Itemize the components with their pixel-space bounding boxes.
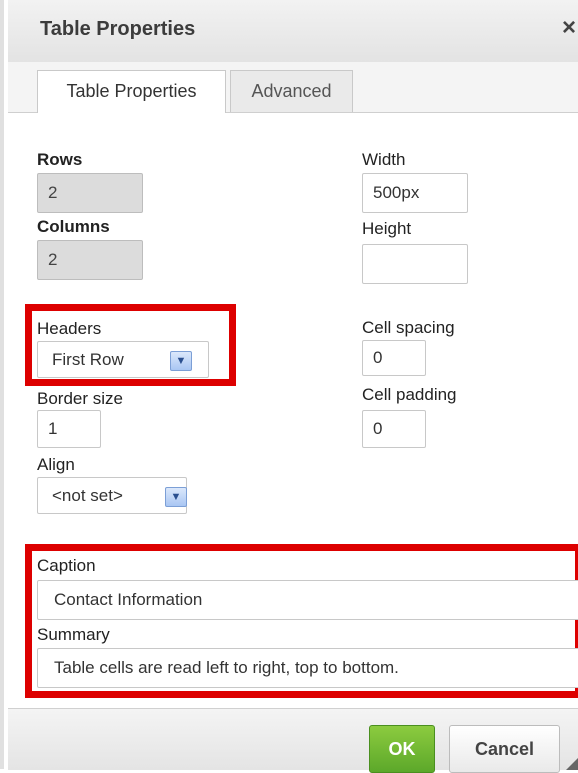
cancel-button[interactable]: Cancel (449, 725, 560, 773)
cell-padding-label: Cell padding (362, 385, 457, 404)
height-label: Height (362, 219, 412, 238)
width-label: Width (362, 150, 406, 169)
caption-input[interactable]: Contact Information (37, 580, 578, 620)
headers-value: First Row (52, 349, 124, 369)
tab-advanced[interactable]: Advanced (230, 70, 353, 112)
cell-spacing-label: Cell spacing (362, 318, 455, 337)
align-select[interactable]: <not set> ▼ (37, 477, 187, 514)
border-size-value: 1 (48, 419, 58, 438)
headers-label: Headers (37, 319, 102, 338)
chevron-down-icon: ▼ (170, 351, 192, 371)
cell-spacing-value: 0 (373, 348, 383, 367)
resize-grip-icon[interactable] (566, 754, 578, 770)
rows-input: 2 (37, 173, 143, 213)
summary-label: Summary (37, 625, 110, 644)
cell-padding-value: 0 (373, 419, 383, 438)
dialog-footer: OK Cancel (8, 708, 578, 773)
ok-button[interactable]: OK (369, 725, 435, 773)
headers-select[interactable]: First Row ▼ (37, 341, 209, 378)
height-input[interactable] (362, 244, 468, 284)
summary-value: Table cells are read left to right, top … (54, 658, 399, 677)
border-size-label: Border size (37, 389, 123, 408)
summary-input[interactable]: Table cells are read left to right, top … (37, 648, 578, 688)
dialog-title: Table Properties (40, 18, 196, 40)
rows-value: 2 (48, 183, 58, 202)
caption-value: Contact Information (54, 590, 203, 609)
columns-input: 2 (37, 240, 143, 280)
align-label: Align (37, 455, 75, 474)
width-value: 500px (373, 183, 420, 202)
caption-label: Caption (37, 556, 96, 575)
columns-label: Columns (37, 217, 110, 236)
width-input[interactable]: 500px (362, 173, 468, 213)
align-value: <not set> (52, 485, 123, 505)
dialog-titlebar[interactable]: Table Properties × (8, 0, 578, 63)
border-size-input[interactable]: 1 (37, 410, 101, 448)
columns-value: 2 (48, 250, 58, 269)
tab-bar: Table Properties Advanced (8, 62, 578, 113)
rows-label: Rows (37, 150, 83, 169)
close-icon[interactable]: × (562, 14, 576, 42)
cell-padding-input[interactable]: 0 (362, 410, 426, 448)
chevron-down-icon: ▼ (165, 487, 187, 507)
cell-spacing-input[interactable]: 0 (362, 340, 426, 376)
tab-table-properties[interactable]: Table Properties (37, 70, 226, 113)
table-properties-dialog: Table Properties × Table Properties Adva… (0, 0, 578, 773)
